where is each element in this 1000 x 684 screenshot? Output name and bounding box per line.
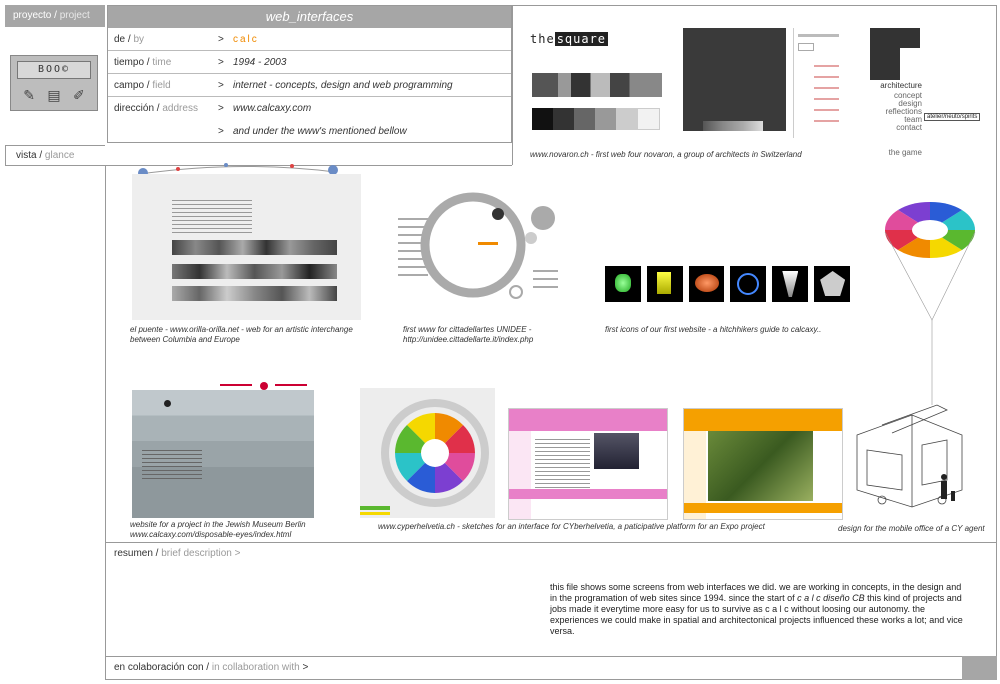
address-note: and under the www's mentioned bellow — [233, 126, 407, 137]
address-link[interactable]: www.calcaxy.com — [233, 97, 311, 120]
project-tab[interactable]: proyecto / project — [5, 5, 105, 27]
novaron-screenshot[interactable] — [683, 28, 843, 148]
unidee-screenshot[interactable] — [398, 190, 560, 305]
time-value: 1994 - 2003 — [233, 57, 287, 68]
mobile-office-sketch — [856, 404, 963, 508]
parachute-wheel-icon — [884, 201, 976, 405]
arch-link-game[interactable]: the game — [860, 148, 922, 157]
novaron-logo-screenshot[interactable]: the square — [530, 28, 665, 138]
info-row-field: campo / field > internet - concepts, des… — [108, 74, 511, 97]
cyber-wheel-screenshot[interactable] — [360, 388, 495, 518]
unidee-ring-icon — [398, 192, 558, 299]
author-value: calc — [233, 34, 259, 45]
cyber-pink-screenshot[interactable] — [508, 408, 668, 520]
tornado-icon[interactable] — [772, 266, 809, 302]
cyber-caption: www.cyperhelvetia.ch - sketches for an i… — [378, 522, 765, 531]
color-wheel-icon — [360, 399, 489, 515]
novaron-logo: the square — [530, 32, 609, 46]
pen-icon[interactable]: ✐ — [73, 87, 85, 104]
vista-tab[interactable]: vista / glance — [5, 145, 105, 166]
unidee-caption: first www for cittadellartes UNIDEE - ht… — [403, 325, 534, 344]
architecture-logo — [870, 28, 920, 80]
project-tab-es: proyecto — [13, 10, 52, 21]
pencil-icon[interactable]: ✎ — [23, 87, 35, 104]
info-table: web_interfaces de / by > calc tiempo / t… — [107, 5, 512, 143]
museum-caption: website for a project in the Jewish Muse… — [130, 520, 306, 539]
orange-spiral-icon[interactable] — [688, 266, 725, 302]
project-tab-en: project — [59, 10, 90, 21]
document-icon[interactable]: ▤ — [47, 87, 60, 104]
icons-caption: first icons of our first website - a hit… — [605, 325, 822, 334]
resumen-label[interactable]: resumen / brief description > — [114, 548, 240, 559]
museum-screenshot[interactable] — [130, 380, 315, 520]
field-value: internet - concepts, design and web prog… — [233, 80, 453, 91]
info-row-address: dirección / address > www.calcaxy.com > … — [108, 97, 511, 143]
cyber-orange-screenshot[interactable] — [683, 408, 843, 520]
collab-label[interactable]: en colaboración con / in collaboration w… — [114, 662, 308, 673]
novaron-caption: www.novaron.ch - first web four novaron,… — [530, 150, 802, 159]
page-title: web_interfaces — [108, 6, 511, 28]
blue-orb-icon[interactable] — [730, 266, 767, 302]
summary-text: this file shows some screens from web in… — [550, 582, 963, 636]
info-row-time: tiempo / time > 1994 - 2003 — [108, 51, 511, 74]
tooltip-tag: atelier/neuto/spirits — [924, 113, 981, 121]
greyscale-bar — [532, 108, 660, 130]
puente-screenshot[interactable] — [130, 160, 362, 320]
collab-grey-box — [962, 656, 997, 680]
green-splash-icon[interactable] — [605, 266, 641, 302]
polyhedron-icon[interactable] — [814, 266, 850, 302]
logo-text: BOO© — [17, 61, 91, 79]
icon-strip — [605, 266, 850, 302]
yellow-block-icon[interactable] — [646, 266, 683, 302]
logo-box[interactable]: BOO© ✎ ▤ ✐ — [10, 55, 98, 111]
arch-link-contact[interactable]: contact — [860, 123, 922, 132]
tool-icons: ✎ ▤ ✐ — [17, 84, 91, 106]
puente-caption: el puente - www.orilla-orilla.net - web … — [130, 325, 353, 344]
info-row-by: de / by > calc — [108, 28, 511, 51]
architecture-title[interactable]: architecture — [860, 81, 922, 90]
mobile-caption: design for the mobile office of a CY age… — [838, 524, 985, 533]
